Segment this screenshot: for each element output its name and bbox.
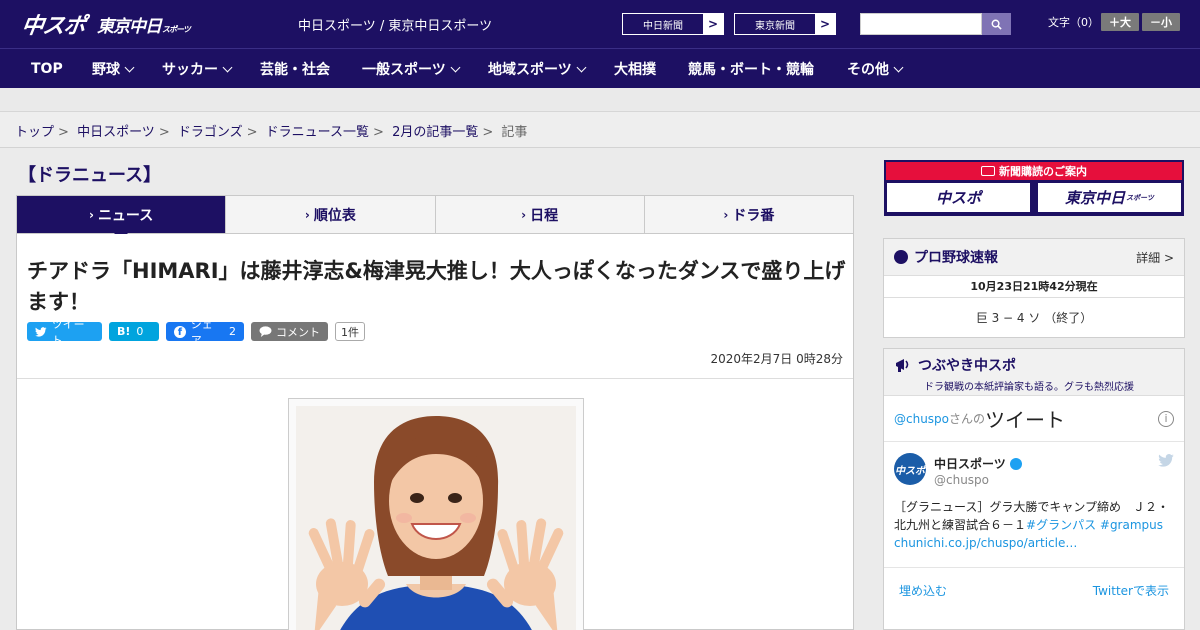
tweet-author-name[interactable]: 中日スポーツ: [934, 457, 1006, 471]
hatena-count: 0: [136, 325, 144, 338]
search-button[interactable]: [982, 13, 1011, 35]
article-date: 2020年2月7日 0時28分: [710, 352, 843, 366]
share-buttons: ツイート B! 0 f シェア 2 コメント 1件: [27, 318, 365, 347]
site-logo[interactable]: 中スポ 東京中日スポーツ: [19, 8, 191, 40]
subscription-title: 新聞購読のご案内: [886, 162, 1182, 180]
tweet-text: ［グラニュース］グラ大勝でキャンプ締め Ｊ２・北九州と練習試合６－１#グランパス…: [894, 500, 1170, 550]
divider: [17, 378, 853, 379]
subscribe-chuspo-link[interactable]: 中スポ: [887, 183, 1030, 212]
chevron-right-icon: ›: [304, 207, 310, 222]
chunichi-shimbun-link[interactable]: 中日新聞 >: [622, 13, 724, 35]
nav-item-other[interactable]: その他: [847, 49, 904, 89]
hatena-icon: B!: [117, 325, 131, 338]
breadcrumb-chunichi-sports[interactable]: 中日スポーツ: [77, 125, 155, 140]
speech-bubble-icon: [259, 326, 272, 337]
facebook-count: 2: [229, 325, 236, 338]
chevron-right-icon: ›: [723, 207, 729, 222]
article-photo[interactable]: [296, 406, 576, 630]
logo-main: 中スポ: [19, 14, 87, 39]
tab-dora-ban[interactable]: › ドラ番: [645, 196, 853, 233]
tweet-button[interactable]: ツイート: [27, 318, 102, 347]
font-size-label: 文字（0）: [1048, 16, 1099, 29]
site-header: 中スポ 東京中日スポーツ 中日スポーツ / 東京中日スポーツ 中日新聞 > 東京…: [0, 0, 1200, 48]
search-input[interactable]: [860, 13, 982, 35]
breadcrumb-top[interactable]: トップ: [15, 125, 54, 140]
tweet-item[interactable]: 中スポ 中日スポーツ @chuspo ［グラニュース］グラ大勝でキャンプ締め Ｊ…: [884, 442, 1184, 568]
article-photo-frame: [288, 398, 584, 630]
facebook-icon: f: [174, 325, 186, 338]
tsubuyaki-title: つぶやき中スポ: [918, 358, 1016, 374]
tweet-author-handle[interactable]: @chuspo: [934, 473, 989, 487]
breadcrumb: トップ > 中日スポーツ > ドラゴンズ > ドラニュース一覧 > 2月の記事一覧 > 記…: [0, 112, 1200, 148]
ad-band: [0, 88, 1200, 112]
tokyo-shimbun-link[interactable]: 東京新聞 >: [734, 13, 836, 35]
tab-standings[interactable]: › 順位表: [226, 196, 436, 233]
nav-item-top[interactable]: TOP: [31, 49, 63, 89]
global-nav: TOP 野球 サッカー 芸能・社会 一般スポーツ 地域スポーツ 大相撲 競馬・ボ…: [0, 48, 1200, 88]
twitter-bird-icon[interactable]: [1158, 454, 1174, 467]
tweet-hashtags[interactable]: #グランパス #grampus: [1026, 518, 1163, 532]
twitter-bird-icon: [35, 326, 47, 337]
chevron-down-icon: [576, 62, 587, 72]
chevron-right-icon: ›: [521, 207, 527, 222]
nav-item-local-sports[interactable]: 地域スポーツ: [488, 49, 587, 89]
timeline-footer: 埋め込む Twitterで表示: [884, 568, 1184, 613]
nav-item-entertainment[interactable]: 芸能・社会: [260, 49, 330, 89]
tweet-link[interactable]: chunichi.co.jp/chuspo/article…: [894, 536, 1077, 550]
nav-item-racing[interactable]: 競馬・ボート・競輪: [688, 49, 814, 89]
font-bigger-button[interactable]: ＋大: [1101, 13, 1139, 31]
breadcrumb-dora-news-list[interactable]: ドラニュース一覧: [266, 125, 369, 140]
main-content: 【ドラニュース】 › ニュース › 順位表 › 日程 › ドラ番 チアドラ「HIMARI…: [0, 149, 1200, 630]
twitter-timeline-header: @chuspo さんの ツイート i: [884, 396, 1184, 442]
section-tabs: › ニュース › 順位表 › 日程 › ドラ番: [16, 195, 854, 240]
game-score[interactable]: 巨 3 − 4 ソ （終了）: [884, 298, 1184, 338]
pro-baseball-widget: プロ野球速報 詳細 > 10月23日21時42分現在 巨 3 − 4 ソ （終了…: [883, 238, 1185, 338]
score-updated-time: 10月23日21時42分現在: [884, 276, 1184, 298]
view-on-twitter-link[interactable]: Twitterで表示: [1093, 582, 1169, 599]
subscribe-tokyo-chunichi-link[interactable]: 東京中日 スポーツ: [1038, 183, 1181, 212]
breadcrumb-dragons[interactable]: ドラゴンズ: [178, 125, 243, 140]
hatena-bookmark-button[interactable]: B! 0: [109, 322, 159, 341]
info-icon[interactable]: i: [1158, 410, 1174, 427]
nav-item-baseball[interactable]: 野球: [92, 49, 135, 89]
verified-badge-icon: [1009, 458, 1022, 470]
nav-item-general-sports[interactable]: 一般スポーツ: [362, 49, 461, 89]
tab-news[interactable]: › ニュース: [17, 196, 227, 240]
newspaper-icon: [981, 166, 995, 176]
chevron-right-icon: ›: [88, 207, 94, 222]
chevron-right-icon: >: [815, 14, 835, 34]
embed-link[interactable]: 埋め込む: [899, 582, 947, 599]
pro-baseball-title: プロ野球速報: [914, 250, 998, 266]
subscription-banner[interactable]: 新聞購読のご案内 中スポ 東京中日 スポーツ: [884, 160, 1184, 216]
cheerleader-photo: [296, 406, 576, 630]
search-icon: [991, 19, 1002, 30]
megaphone-icon: [896, 359, 909, 372]
article-headline: チアドラ「HIMARI」は藤井淳志&梅津晃大推し！大人っぽくなったダンスで盛り上…: [27, 259, 846, 314]
chevron-down-icon: [450, 62, 461, 72]
breadcrumb-february-articles[interactable]: 2月の記事一覧: [392, 125, 478, 140]
tsubuyaki-widget: つぶやき中スポ ドラ観戦の本紙評論家も語る。グラも熱烈応援 @chuspo さん…: [883, 348, 1185, 630]
facebook-share-button[interactable]: f シェア 2: [166, 318, 244, 347]
site-name[interactable]: 中日スポーツ / 東京中日スポーツ: [298, 15, 492, 34]
comment-button[interactable]: コメント: [251, 322, 328, 341]
nav-item-soccer[interactable]: サッカー: [162, 49, 233, 89]
category-heading: 【ドラニュース】: [18, 165, 162, 186]
baseball-icon: [894, 250, 908, 264]
logo-sub: 東京中日スポーツ: [97, 16, 191, 37]
article: チアドラ「HIMARI」は藤井淳志&梅津晃大推し！大人っぽくなったダンスで盛り上…: [16, 234, 854, 630]
tab-schedule[interactable]: › 日程: [436, 196, 645, 233]
tsubuyaki-subtitle: ドラ観戦の本紙評論家も語る。グラも熱烈応援: [924, 382, 1134, 393]
chevron-down-icon: [222, 62, 233, 72]
chevron-down-icon: [893, 62, 904, 72]
pro-baseball-detail-link[interactable]: 詳細 >: [1136, 249, 1174, 266]
font-smaller-button[interactable]: －小: [1142, 13, 1180, 31]
nav-item-sumo[interactable]: 大相撲: [614, 49, 656, 89]
chevron-right-icon: >: [703, 14, 723, 34]
comment-count[interactable]: 1件: [335, 322, 365, 341]
chevron-down-icon: [124, 62, 135, 72]
timeline-handle-link[interactable]: @chuspo: [894, 412, 949, 426]
avatar[interactable]: 中スポ: [894, 453, 926, 485]
breadcrumb-current: 記事: [501, 125, 528, 140]
